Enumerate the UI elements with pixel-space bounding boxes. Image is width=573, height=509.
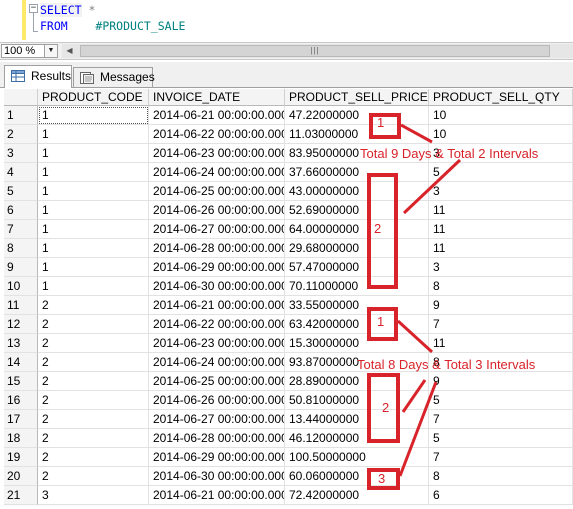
connector-p2-box1 [396, 319, 434, 354]
connector-p1-box1 [400, 123, 433, 144]
connector-p2-box2 [401, 379, 427, 413]
annotation-connector-lines [396, 123, 462, 477]
connector-p2-box3 [398, 381, 438, 477]
connector-p1-box2 [402, 158, 462, 215]
